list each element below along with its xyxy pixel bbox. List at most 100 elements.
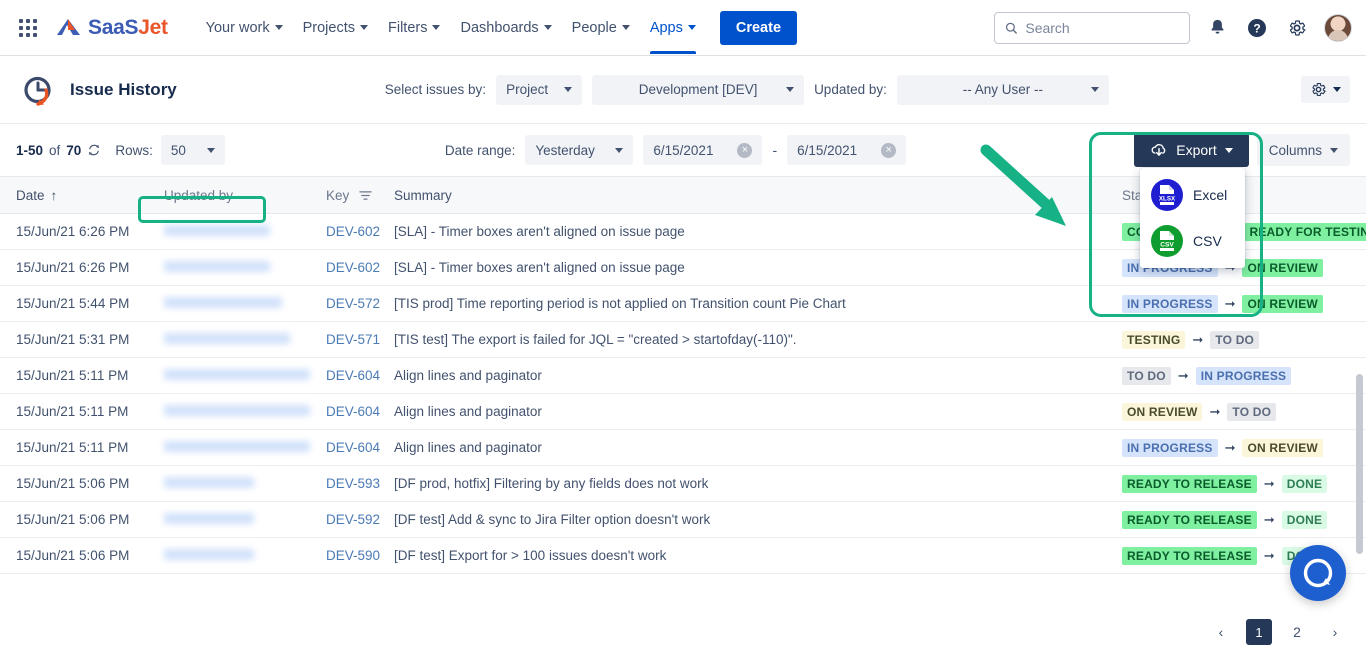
rows-per-page-value: 50: [170, 142, 186, 158]
top-navigation-bar: SaaSJet Your work Projects Filters Dashb…: [0, 0, 1366, 56]
status-badge-to: TO DO: [1210, 330, 1260, 349]
cell-issue-key[interactable]: DEV-602: [326, 224, 394, 239]
export-option-excel[interactable]: XLSX Excel: [1140, 172, 1245, 218]
columns-button[interactable]: Columns: [1256, 134, 1350, 166]
refresh-icon[interactable]: [87, 143, 101, 157]
vertical-scrollbar[interactable]: [1356, 374, 1363, 657]
transition-arrow-icon: ➞: [1263, 475, 1275, 491]
date-from-field[interactable]: 6/15/2021 ×: [643, 135, 763, 165]
updated-by-dropdown[interactable]: -- Any User --: [896, 74, 1109, 105]
date-to-field[interactable]: 6/15/2021 ×: [787, 135, 907, 165]
nav-item-your-work[interactable]: Your work: [196, 2, 293, 54]
table-row[interactable]: 15/Jun/21 5:06 PM DEV-593 [DF prod, hotfix…: [0, 466, 1366, 502]
status-badge-from: READY TO RELEASE: [1122, 474, 1257, 493]
filter-controls: Select issues by: Project Development [D…: [385, 74, 1109, 105]
cell-summary[interactable]: Align lines and paginator: [394, 368, 1122, 383]
column-header-updated-by-label: Updated by: [164, 187, 234, 203]
cell-updated-by: [164, 548, 326, 563]
project-dropdown[interactable]: Development [DEV]: [592, 74, 805, 105]
app-settings-button[interactable]: [1301, 76, 1350, 103]
cell-summary[interactable]: Align lines and paginator: [394, 404, 1122, 419]
saasjet-logo[interactable]: SaaSJet: [56, 16, 168, 40]
table-row[interactable]: 15/Jun/21 5:06 PM DEV-592 [DF test] Add & …: [0, 502, 1366, 538]
project-value: Development [DEV]: [638, 82, 758, 97]
export-option-label: Excel: [1193, 187, 1228, 203]
clear-date-from-icon[interactable]: ×: [737, 142, 753, 158]
export-option-csv[interactable]: CSV CSV: [1140, 218, 1245, 264]
cell-issue-key[interactable]: DEV-572: [326, 296, 394, 311]
date-preset-dropdown[interactable]: Yesterday: [525, 135, 634, 165]
nav-item-apps[interactable]: Apps: [640, 2, 706, 54]
nav-item-projects[interactable]: Projects: [293, 2, 378, 54]
nav-item-filters[interactable]: Filters: [378, 2, 450, 54]
search-box[interactable]: [994, 11, 1190, 44]
cell-summary[interactable]: [DF test] Export for > 100 issues doesn'…: [394, 548, 1122, 563]
table-row[interactable]: 15/Jun/21 5:11 PM DEV-604 Align lines and …: [0, 358, 1366, 394]
table-row[interactable]: 15/Jun/21 5:31 PM DEV-571 [TIS test] The e…: [0, 322, 1366, 358]
issue-history-clock-icon: [24, 76, 51, 106]
table-row[interactable]: 15/Jun/21 5:11 PM DEV-604 Align lines and …: [0, 430, 1366, 466]
select-issues-by-dropdown[interactable]: Project: [496, 74, 583, 105]
cell-summary[interactable]: [SLA] - Timer boxes aren't aligned on is…: [394, 224, 1122, 239]
column-header-updated-by[interactable]: Updated by: [164, 188, 326, 203]
search-input[interactable]: [1025, 19, 1179, 36]
support-chat-button[interactable]: [1290, 545, 1346, 601]
column-header-date[interactable]: Date ↑: [16, 188, 164, 203]
status-badge-from: ON REVIEW: [1122, 402, 1203, 421]
export-dropdown-menu: XLSX Excel CSV CSV: [1140, 168, 1245, 268]
cell-updated-by: [164, 512, 326, 527]
cell-issue-key[interactable]: DEV-571: [326, 332, 394, 347]
transition-arrow-icon: ➞: [1224, 439, 1236, 455]
create-button[interactable]: Create: [719, 10, 798, 45]
nav-item-dashboards[interactable]: Dashboards: [450, 2, 561, 54]
nav-label: Filters: [387, 19, 428, 36]
cell-issue-key[interactable]: DEV-592: [326, 512, 394, 527]
rows-per-page-dropdown[interactable]: 50: [160, 135, 225, 165]
pagination-page-2[interactable]: 2: [1284, 619, 1310, 645]
brand-text-part1: SaaS: [88, 15, 139, 39]
nav-item-people[interactable]: People: [562, 2, 640, 54]
clear-date-to-icon[interactable]: ×: [881, 142, 897, 158]
cell-summary[interactable]: [TIS test] The export is failed for JQL …: [394, 332, 1122, 347]
cell-summary[interactable]: Align lines and paginator: [394, 440, 1122, 455]
column-header-summary[interactable]: Summary: [394, 188, 1122, 203]
cell-issue-key[interactable]: DEV-604: [326, 368, 394, 383]
table-row[interactable]: 15/Jun/21 5:06 PM DEV-590 [DF test] Export…: [0, 538, 1366, 574]
cell-summary[interactable]: [DF test] Add & sync to Jira Filter opti…: [394, 512, 1122, 527]
cell-summary[interactable]: [DF prod, hotfix] Filtering by any field…: [394, 476, 1122, 491]
date-to-value: 6/15/2021: [797, 142, 858, 158]
column-header-key[interactable]: Key: [326, 188, 394, 203]
table-toolbar: 1-50 of 70 Rows: 50 Date range: Yesterda…: [0, 124, 1366, 268]
export-button[interactable]: Export: [1134, 133, 1249, 167]
cell-updated-by: [164, 224, 326, 239]
gear-icon: [1312, 82, 1327, 97]
pagination-page-1[interactable]: 1: [1246, 619, 1272, 645]
cell-issue-key[interactable]: DEV-593: [326, 476, 394, 491]
chevron-down-icon: [564, 87, 573, 92]
pagination-next-button[interactable]: ›: [1322, 619, 1348, 645]
cell-status: READY TO RELEASE ➞ DONE: [1122, 510, 1350, 529]
chevron-down-icon: [1224, 147, 1233, 153]
cell-issue-key[interactable]: DEV-602: [326, 260, 394, 275]
settings-gear-icon[interactable]: [1284, 15, 1310, 41]
help-icon[interactable]: ?: [1244, 15, 1270, 41]
chevron-down-icon: [687, 25, 696, 30]
notifications-icon[interactable]: [1204, 15, 1230, 41]
scrollbar-thumb[interactable]: [1356, 374, 1363, 554]
cell-date: 15/Jun/21 5:06 PM: [16, 512, 130, 527]
pagination-prev-button[interactable]: ‹: [1208, 619, 1234, 645]
export-button-label: Export: [1176, 142, 1217, 158]
cell-issue-key[interactable]: DEV-604: [326, 440, 394, 455]
app-switcher-icon[interactable]: [16, 16, 40, 40]
status-badge-from: READY TO RELEASE: [1122, 510, 1257, 529]
cell-issue-key[interactable]: DEV-604: [326, 404, 394, 419]
cell-issue-key[interactable]: DEV-590: [326, 548, 394, 563]
filter-icon[interactable]: [359, 190, 372, 201]
status-badge-to: DONE: [1281, 474, 1328, 493]
user-avatar[interactable]: [1324, 13, 1352, 42]
cell-summary[interactable]: [TIS prod] Time reporting period is not …: [394, 296, 1122, 311]
cell-summary[interactable]: [SLA] - Timer boxes aren't aligned on is…: [394, 260, 1122, 275]
table-row[interactable]: 15/Jun/21 5:44 PM DEV-572 [TIS prod] Time …: [0, 286, 1366, 322]
cell-updated-by: [164, 368, 326, 383]
table-row[interactable]: 15/Jun/21 5:11 PM DEV-604 Align lines and …: [0, 394, 1366, 430]
